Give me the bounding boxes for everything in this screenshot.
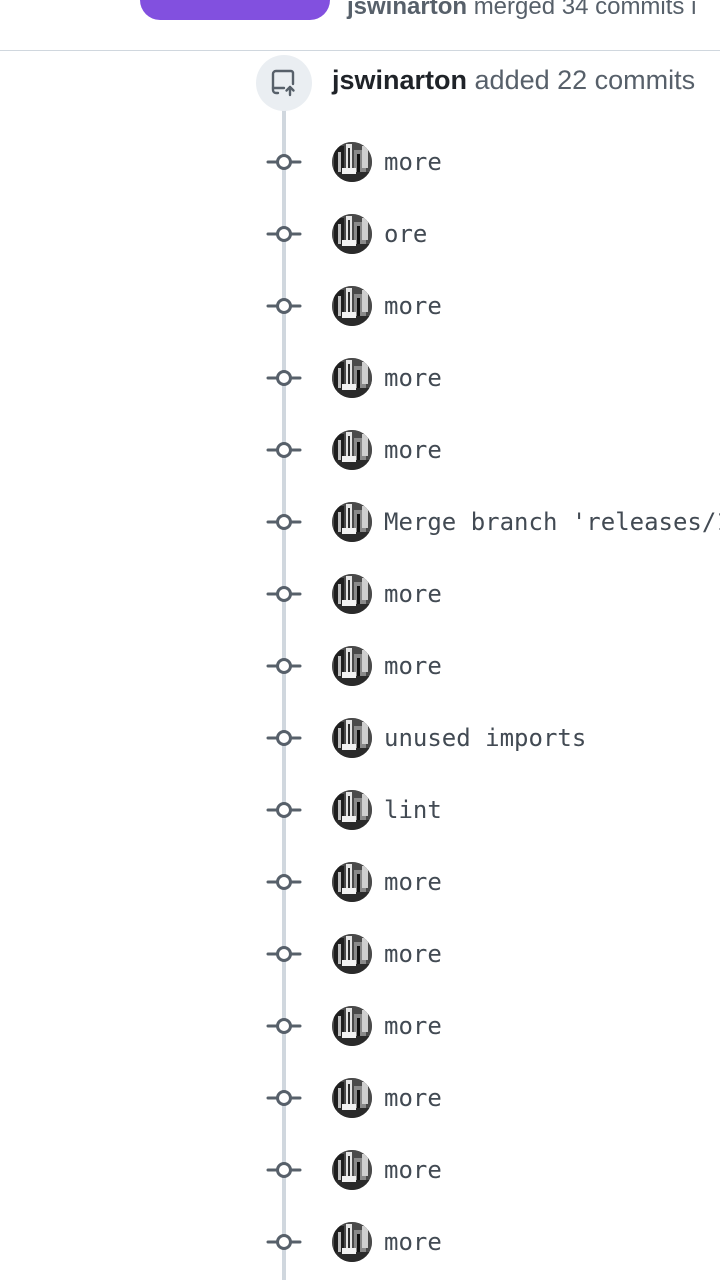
avatar[interactable] — [332, 214, 372, 254]
commit-message-link[interactable]: lint — [384, 794, 442, 826]
commit-row: more — [0, 990, 720, 1062]
avatar[interactable] — [332, 430, 372, 470]
commit-row: more — [0, 1062, 720, 1134]
commit-row: more — [0, 414, 720, 486]
merged-event-header: jswinarton merged 34 commits i — [0, 0, 720, 51]
pull-request-timeline: jswinarton merged 34 commits i jswinarto… — [0, 0, 720, 1280]
avatar[interactable] — [332, 1150, 372, 1190]
git-commit-icon — [266, 1157, 302, 1183]
git-commit-icon — [266, 509, 302, 535]
avatar[interactable] — [332, 286, 372, 326]
commit-message-link[interactable]: more — [384, 1154, 442, 1186]
avatar[interactable] — [332, 502, 372, 542]
commit-row: more — [0, 918, 720, 990]
commit-message-link[interactable]: more — [384, 362, 442, 394]
commit-row: unused imports — [0, 702, 720, 774]
commit-message-link[interactable]: ore — [384, 218, 427, 250]
commit-row: more — [0, 1134, 720, 1206]
avatar[interactable] — [332, 358, 372, 398]
merged-state-badge[interactable] — [140, 0, 330, 20]
commit-row: more — [0, 630, 720, 702]
git-commit-icon — [266, 797, 302, 823]
git-commit-icon — [266, 149, 302, 175]
commit-message-link[interactable]: more — [384, 578, 442, 610]
git-commit-icon — [266, 941, 302, 967]
commit-message-link[interactable]: more — [384, 434, 442, 466]
push-event-action: added 22 commits — [474, 65, 696, 95]
commit-row: ore — [0, 198, 720, 270]
avatar[interactable] — [332, 934, 372, 974]
git-commit-icon — [266, 221, 302, 247]
commit-row: more — [0, 270, 720, 342]
commit-message-link[interactable]: more — [384, 290, 442, 322]
commit-row: more — [0, 846, 720, 918]
commit-message-link[interactable]: Merge branch 'releases/1 — [384, 506, 720, 538]
push-event-text: jswinarton added 22 commits — [332, 65, 695, 96]
merged-event-action: merged 34 commits i — [473, 0, 697, 20]
commit-row: more — [0, 342, 720, 414]
avatar[interactable] — [332, 646, 372, 686]
commit-row: more — [0, 558, 720, 630]
git-commit-icon — [266, 437, 302, 463]
git-commit-icon — [266, 1085, 302, 1111]
git-commit-icon — [266, 869, 302, 895]
avatar[interactable] — [332, 142, 372, 182]
commit-message-link[interactable]: more — [384, 146, 442, 178]
git-commit-icon — [266, 365, 302, 391]
repo-push-icon — [256, 55, 312, 111]
commit-message-link[interactable]: unused imports — [384, 722, 586, 754]
git-commit-icon — [266, 293, 302, 319]
commit-list: more ore more more more Merge branch 're… — [0, 126, 720, 1278]
merged-event-author[interactable]: jswinarton — [347, 0, 467, 20]
commit-row: more — [0, 1206, 720, 1278]
avatar[interactable] — [332, 718, 372, 758]
avatar[interactable] — [332, 790, 372, 830]
git-commit-icon — [266, 581, 302, 607]
commit-row: lint — [0, 774, 720, 846]
avatar[interactable] — [332, 1006, 372, 1046]
commit-row: more — [0, 126, 720, 198]
commit-message-link[interactable]: more — [384, 1082, 442, 1114]
commit-message-link[interactable]: more — [384, 866, 442, 898]
push-event-author[interactable]: jswinarton — [332, 65, 467, 95]
commit-message-link[interactable]: more — [384, 650, 442, 682]
git-commit-icon — [266, 1229, 302, 1255]
commit-message-link[interactable]: more — [384, 938, 442, 970]
commit-row: Merge branch 'releases/1 — [0, 486, 720, 558]
git-commit-icon — [266, 725, 302, 751]
push-event: jswinarton added 22 commits — [256, 55, 720, 111]
git-commit-icon — [266, 653, 302, 679]
avatar[interactable] — [332, 1078, 372, 1118]
git-commit-icon — [266, 1013, 302, 1039]
avatar[interactable] — [332, 574, 372, 614]
merged-event-text: jswinarton merged 34 commits i — [347, 0, 696, 21]
commit-message-link[interactable]: more — [384, 1010, 442, 1042]
avatar[interactable] — [332, 862, 372, 902]
commit-message-link[interactable]: more — [384, 1226, 442, 1258]
avatar[interactable] — [332, 1222, 372, 1262]
